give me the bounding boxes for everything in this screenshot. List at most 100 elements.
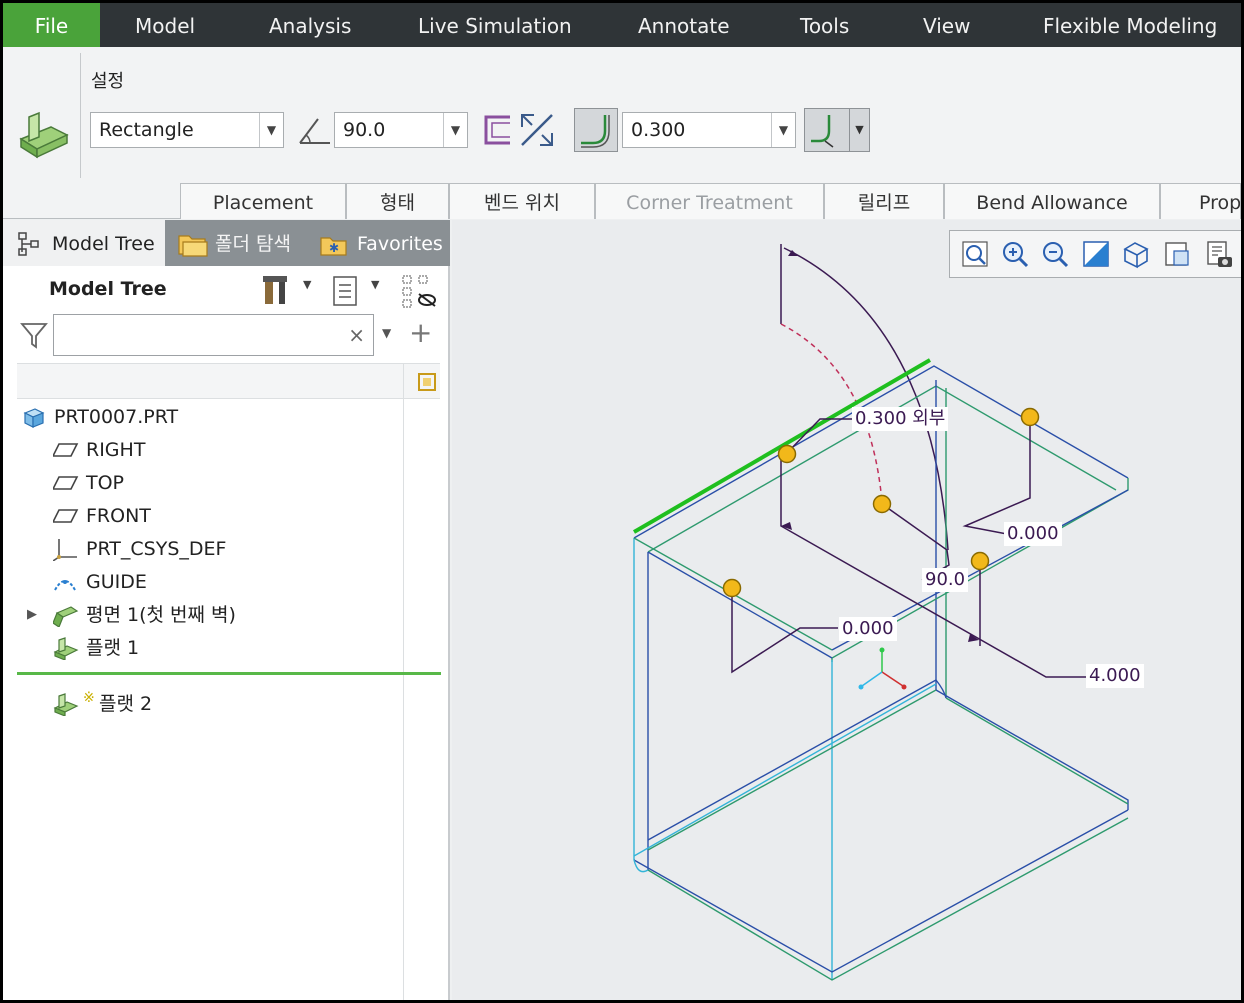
repaint-icon[interactable] [1081, 239, 1111, 269]
navigator-panel: Model Tree 폴더 탐색 ✱ Favorites Model Tree [3, 220, 450, 1000]
offset-top-dimension[interactable]: 0.000 [1004, 522, 1062, 546]
tree-item-label: PRT_CSYS_DEF [86, 538, 227, 560]
angle-value: 90.0 [343, 119, 386, 141]
ribbon-divider [80, 53, 81, 178]
tree-item-label: 플랫 1 [86, 637, 140, 659]
tab-flexible-modeling[interactable]: Flexible Modeling [1043, 3, 1217, 47]
tab-relief[interactable]: 릴리프 [824, 183, 944, 219]
svg-text:✱: ✱ [329, 241, 339, 255]
offset-left-dimension[interactable]: 0.000 [839, 617, 897, 641]
expand-arrow-icon[interactable]: ▶ [27, 600, 37, 630]
thicken-side-icon[interactable] [482, 113, 514, 147]
triad-x-dot [901, 684, 907, 690]
base-crease-1 [647, 679, 937, 841]
tab-favorites-label: Favorites [357, 233, 443, 255]
triad-z-axis [861, 671, 883, 687]
add-icon[interactable]: + [409, 318, 432, 348]
filter-icon[interactable] [19, 320, 49, 350]
zoom-out-icon[interactable] [1040, 239, 1070, 269]
tab-live-simulation[interactable]: Live Simulation [418, 3, 572, 47]
angle-dimension[interactable]: 90.0 [922, 568, 969, 592]
tab-bend-position[interactable]: 벤드 위치 [449, 183, 595, 219]
tab-annotate[interactable]: Annotate [638, 3, 730, 47]
bend-radius-input[interactable]: 0.300 ▼ [622, 112, 796, 148]
tree-item-csys[interactable]: PRT_CSYS_DEF [53, 534, 393, 564]
column-settings-icon[interactable] [415, 370, 439, 394]
insert-indicator[interactable] [17, 672, 441, 675]
chevron-down-icon[interactable]: ▼ [443, 113, 467, 147]
clear-icon[interactable]: × [348, 323, 365, 347]
length-dimension[interactable]: 4.000 [1086, 664, 1144, 688]
chevron-down-icon[interactable]: ▼ [303, 278, 311, 291]
flip-direction-icon[interactable] [518, 111, 556, 149]
tab-model-tree[interactable]: Model Tree [3, 220, 165, 266]
angle-input[interactable]: 90.0 ▼ [334, 112, 468, 148]
tree-item-front[interactable]: FRONT [53, 501, 393, 531]
tree-item-right[interactable]: RIGHT [53, 435, 393, 465]
tab-placement[interactable]: Placement [180, 183, 346, 219]
hidden-items-icon[interactable] [399, 272, 439, 310]
model-tree-icon [18, 232, 39, 256]
zoom-in-icon[interactable] [1000, 239, 1030, 269]
tab-bend-allowance[interactable]: Bend Allowance [944, 183, 1160, 219]
view-manager-icon[interactable] [1204, 239, 1234, 269]
bend-radius-side-button[interactable]: ▼ [804, 108, 870, 152]
new-feature-marker: ※ [83, 690, 95, 706]
settings-icon[interactable] [261, 272, 297, 308]
tree-item-top[interactable]: TOP [53, 468, 393, 498]
triad-z-dot [858, 684, 864, 690]
tree-item-flat-1[interactable]: 플랫 1 [53, 633, 393, 663]
settings-group-label: 설정 [91, 71, 125, 92]
tab-view[interactable]: View [923, 3, 970, 47]
drag-handle [1020, 407, 1040, 427]
tree-item-label: FRONT [86, 505, 151, 527]
tab-model[interactable]: Model [135, 3, 195, 47]
guide-icon [54, 580, 76, 591]
tab-shape[interactable]: 형태 [346, 183, 449, 219]
tree-item-part[interactable]: PRT0007.PRT [21, 402, 391, 432]
model-canvas[interactable] [452, 220, 1241, 1000]
flat-wall-icon [53, 637, 79, 660]
tab-folder-browser[interactable]: 폴더 탐색 [175, 220, 315, 266]
tab-tools[interactable]: Tools [800, 3, 849, 47]
chevron-down-icon[interactable]: ▼ [371, 278, 379, 291]
show-list-icon[interactable] [331, 274, 361, 308]
add-bend-button[interactable] [574, 108, 618, 152]
display-style-icon[interactable] [1121, 239, 1151, 269]
app-window: File Model Analysis Live Simulation Anno… [3, 3, 1241, 1000]
tab-analysis[interactable]: Analysis [269, 3, 351, 47]
bend-icon [581, 115, 610, 148]
tree-column-header [17, 363, 440, 399]
chevron-down-icon[interactable]: ▼ [849, 109, 869, 151]
tree-item-label: 플랫 2 [99, 693, 153, 715]
folder-icon [178, 235, 208, 257]
chevron-down-icon[interactable]: ▼ [771, 113, 795, 147]
chevron-down-icon[interactable]: ▼ [382, 326, 391, 340]
graphics-window[interactable]: 0.300 외부 0.000 90.0 0.000 4.000 [452, 220, 1241, 1000]
search-input[interactable]: × [53, 314, 374, 356]
tree-item-guide[interactable]: GUIDE [53, 567, 393, 597]
tree-item-flat-2[interactable]: ※ 플랫 2 [53, 689, 393, 719]
tab-favorites[interactable]: ✱ Favorites [319, 220, 450, 266]
tree-item-first-wall[interactable]: ▶ 평면 1(첫 번째 벽) [27, 600, 393, 630]
datum-plane-icon [53, 509, 79, 523]
drag-handle [777, 444, 797, 464]
tab-properties[interactable]: Prop [1160, 183, 1241, 219]
radius-dimension[interactable]: 0.300 외부 [852, 407, 949, 431]
planar-wall-icon [53, 606, 79, 627]
navigator-tabs: Model Tree 폴더 탐색 ✱ Favorites [3, 220, 450, 266]
shape-dropdown[interactable]: Rectangle ▼ [90, 112, 284, 148]
base-back-edge [935, 689, 1129, 810]
saved-orientations-icon[interactable] [1162, 239, 1192, 269]
model-tree-header: Model Tree [49, 278, 167, 300]
shape-dropdown-value: Rectangle [99, 119, 194, 141]
base-right-corner [935, 679, 947, 699]
chevron-down-icon[interactable]: ▼ [259, 113, 283, 147]
tab-file[interactable]: File [3, 3, 100, 47]
base-crease-2 [647, 689, 937, 851]
refit-icon[interactable] [960, 239, 990, 269]
flat-wall-icon [53, 693, 79, 716]
drag-handle [872, 494, 892, 514]
angle-icon [299, 118, 330, 144]
feature-dashboard: 설정 Rectangle ▼ 90.0 ▼ 0.300 ▼ ▼ Placemen… [3, 47, 1241, 219]
